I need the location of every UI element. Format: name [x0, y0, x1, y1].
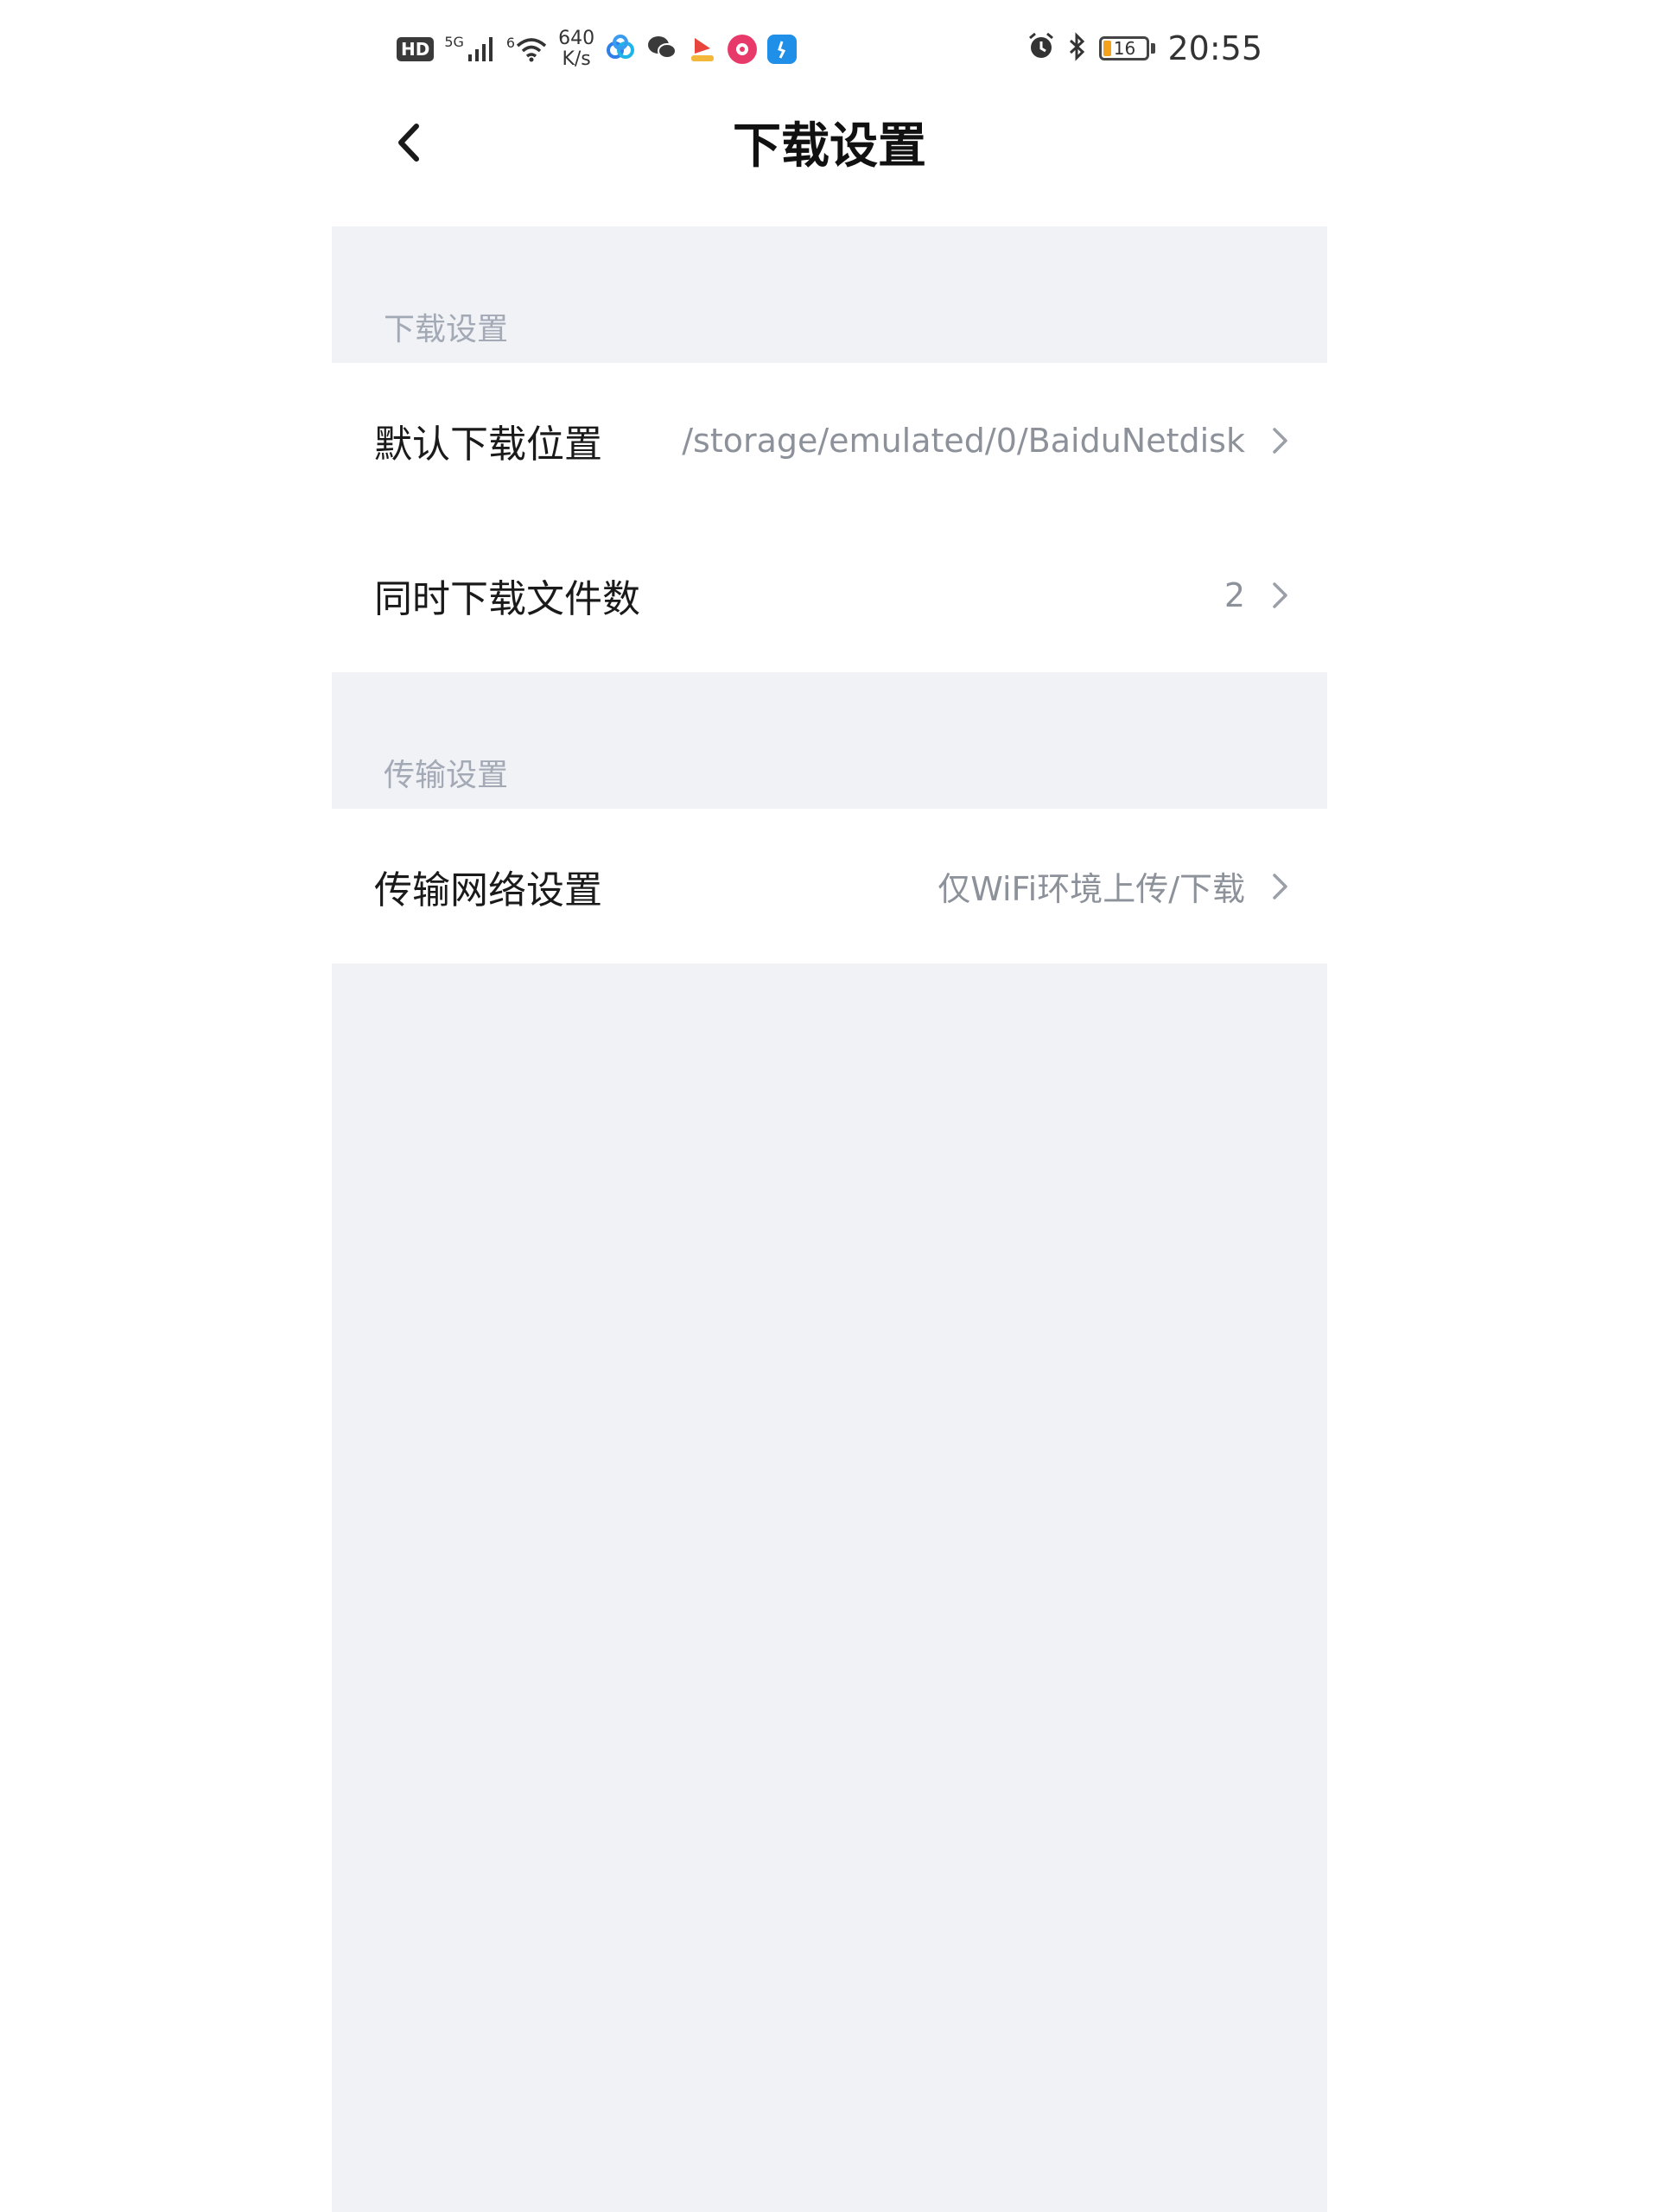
signal-icon: 5G	[444, 35, 496, 63]
status-bar-right: 16 20:55	[1027, 26, 1262, 71]
app-icon	[728, 35, 758, 64]
app-icon	[688, 35, 718, 64]
setting-label: 默认下载位置	[374, 422, 602, 467]
app-icon	[767, 35, 798, 64]
settings-content: 下载设置 默认下载位置 /storage/emulated/0/BaiduNet…	[332, 226, 1327, 2212]
section-label: 传输设置	[384, 758, 509, 793]
hd-badge: HD	[397, 37, 435, 61]
speed-value: 640	[558, 28, 595, 49]
battery-fill	[1103, 41, 1111, 56]
battery-icon: 16	[1099, 36, 1156, 60]
speed-unit: K/s	[562, 48, 591, 70]
network-5g-label: 5G	[444, 34, 464, 50]
status-bar: HD 5G 6 640 K/s 16 20:55	[332, 0, 1327, 95]
baidu-netdisk-icon	[605, 35, 636, 64]
battery-level: 16	[1113, 38, 1136, 59]
page-title: 下载设置	[733, 118, 926, 175]
section-header-transfer: 传输设置	[332, 672, 1327, 809]
phone-screen: HD 5G 6 640 K/s 16 20:55 下载设置 下载设置 默认下载位…	[332, 0, 1327, 2212]
setting-row-concurrent-downloads[interactable]: 同时下载文件数 2	[332, 518, 1327, 672]
network-6-label: 6	[505, 35, 516, 51]
wifi-icon: 6	[506, 36, 548, 62]
setting-label: 同时下载文件数	[374, 576, 640, 621]
setting-label: 传输网络设置	[374, 868, 602, 912]
wechat-icon	[646, 35, 677, 64]
status-time: 20:55	[1167, 29, 1262, 67]
status-bar-left: HD 5G 6 640 K/s	[397, 28, 798, 71]
section-header-download: 下载设置	[332, 226, 1327, 363]
bluetooth-icon	[1068, 32, 1087, 65]
network-speed: 640 K/s	[558, 29, 594, 70]
chevron-right-icon	[1270, 518, 1291, 672]
nav-header: 下载设置	[332, 95, 1327, 190]
setting-value: 仅WiFi环境上传/下载	[938, 870, 1245, 908]
setting-row-default-download-location[interactable]: 默认下载位置 /storage/emulated/0/BaiduNetdisk	[332, 363, 1327, 518]
chevron-right-icon	[1270, 809, 1291, 963]
setting-row-transfer-network[interactable]: 传输网络设置 仅WiFi环境上传/下载	[332, 809, 1327, 963]
setting-value: 2	[1224, 575, 1245, 614]
alarm-icon	[1027, 32, 1056, 65]
setting-value: /storage/emulated/0/BaiduNetdisk	[682, 421, 1245, 460]
section-label: 下载设置	[384, 312, 509, 347]
chevron-right-icon	[1270, 363, 1291, 518]
